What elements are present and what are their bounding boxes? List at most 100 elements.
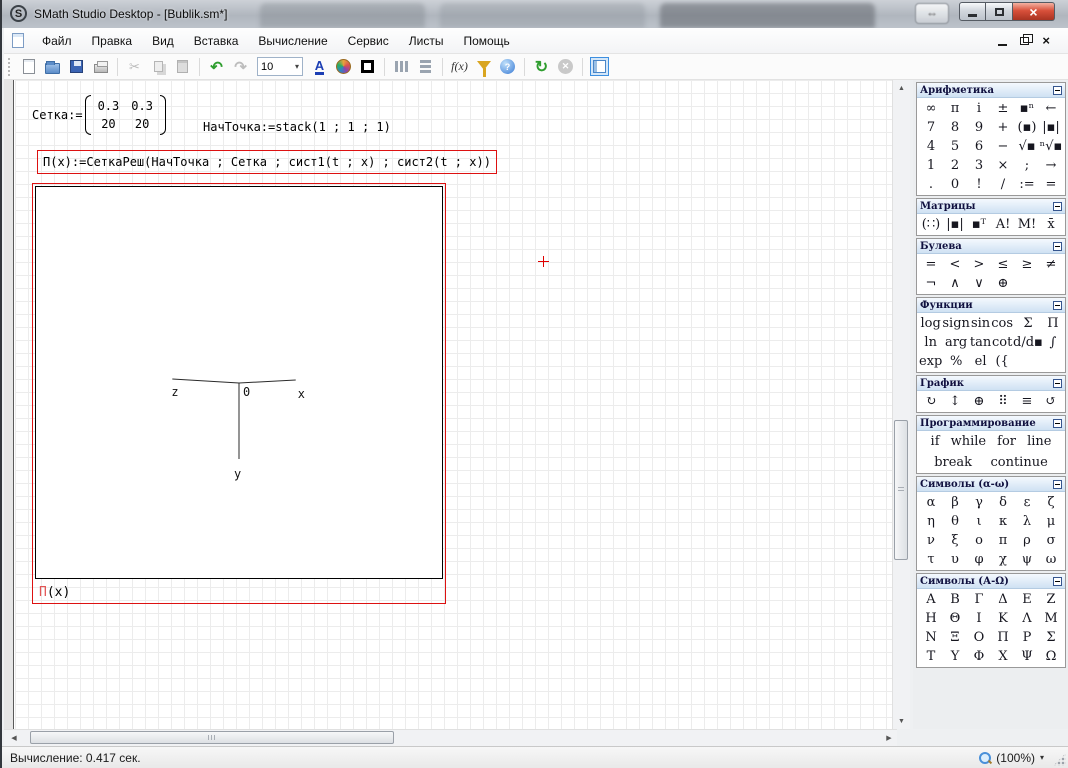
palette-cell[interactable]: ≠ (1039, 255, 1063, 274)
menu-item[interactable]: Файл (32, 30, 82, 52)
vertical-scroll-thumb[interactable] (894, 420, 908, 560)
palette-cell[interactable]: Τ (919, 647, 943, 666)
menu-item[interactable]: Помощь (453, 30, 519, 52)
palette-cell[interactable]: υ (943, 550, 967, 569)
units-filter-button[interactable] (473, 56, 494, 77)
align-horizontal-button[interactable] (391, 56, 412, 77)
close-button[interactable]: × (1013, 2, 1055, 21)
palette-cell[interactable]: Ο (967, 628, 991, 647)
palette-cell[interactable]: tan (970, 333, 991, 352)
collapse-icon[interactable] (1053, 379, 1062, 388)
palette-cell[interactable]: δ (991, 493, 1015, 512)
palette-cell[interactable]: cot (991, 333, 1013, 352)
palette-cell[interactable]: i (967, 99, 991, 118)
palette-cell[interactable]: > (967, 255, 991, 274)
palette-cell[interactable]: ρ (1015, 531, 1039, 550)
palette-cell[interactable]: ε (1015, 493, 1039, 512)
palette-cell[interactable]: Ι (967, 609, 991, 628)
magnifier-icon[interactable] (978, 751, 991, 764)
scroll-up-arrow-icon[interactable]: ▲ (893, 80, 910, 96)
palette-cell[interactable]: λ (1015, 512, 1039, 531)
mdi-restore-icon[interactable] (1020, 37, 1029, 45)
horizontal-scroll-thumb[interactable] (30, 731, 394, 744)
scroll-right-arrow-icon[interactable]: ▶ (881, 730, 897, 746)
save-button[interactable] (66, 56, 87, 77)
palette-cell[interactable]: < (943, 255, 967, 274)
palette-cell[interactable]: Ψ (1015, 647, 1039, 666)
collapse-icon[interactable] (1053, 480, 1062, 489)
palette-cell[interactable]: ν (919, 531, 943, 550)
palette-cell[interactable]: α (919, 493, 943, 512)
palette-cell[interactable]: arg (942, 333, 970, 352)
palette-cell[interactable]: ln (919, 333, 942, 352)
title-bar[interactable]: S SMath Studio Desktop - [Bublik.sm*] ⇔ … (2, 0, 1068, 28)
new-document-button[interactable] (18, 56, 39, 77)
plot-area[interactable]: z 0 x y (35, 186, 443, 579)
palette-cell[interactable]: % (942, 352, 970, 371)
palette-cell[interactable]: κ (991, 512, 1015, 531)
insert-function-button[interactable]: f(x) (449, 56, 470, 77)
formula-grid-definition[interactable]: Сетка:= 0.3 0.3 20 20 (32, 95, 166, 135)
palette-cell[interactable]: ∨ (967, 274, 991, 293)
palette-cell[interactable]: for (997, 432, 1016, 451)
formula-start-point[interactable]: НачТочка:=stack(1 ; 1 ; 1) (203, 120, 391, 134)
palette-header[interactable]: Символы (А-Ω) (917, 574, 1065, 589)
palette-cell[interactable]: ω (1039, 550, 1063, 569)
palette-cell[interactable]: log (919, 314, 942, 333)
palette-cell[interactable]: ≡ (1015, 392, 1039, 411)
palette-cell[interactable]: exp (919, 352, 942, 371)
palette-cell[interactable]: while (951, 432, 987, 451)
font-color-button[interactable]: A (309, 56, 330, 77)
palette-header[interactable]: Матрицы (917, 199, 1065, 214)
palette-cell[interactable]: ▪ᵀ (967, 215, 991, 234)
palette-cell[interactable]: ⁿ√▪ (1039, 137, 1063, 156)
palette-cell[interactable]: Π (1043, 314, 1063, 333)
palette-cell[interactable]: γ (967, 493, 991, 512)
mdi-minimize-icon[interactable] (998, 44, 1007, 46)
document-icon[interactable] (12, 33, 24, 48)
interrupt-button[interactable]: ✕ (555, 56, 576, 77)
palette-cell[interactable]: 3 (967, 156, 991, 175)
menu-item[interactable]: Вставка (184, 30, 249, 52)
open-button[interactable] (42, 56, 63, 77)
palette-cell[interactable]: 9 (967, 118, 991, 137)
palette-cell[interactable]: η (919, 512, 943, 531)
cut-button[interactable]: ✂ (124, 56, 145, 77)
palette-cell[interactable]: |▪| (943, 215, 967, 234)
show-sidebar-button[interactable] (589, 56, 610, 77)
palette-cell[interactable]: 2 (943, 156, 967, 175)
worksheet-grid[interactable]: Сетка:= 0.3 0.3 20 20 НачТочка:=stack(1 … (15, 80, 892, 729)
palette-cell[interactable]: break (934, 453, 972, 472)
collapse-icon[interactable] (1053, 419, 1062, 428)
palette-cell[interactable]: 6 (967, 137, 991, 156)
scroll-down-arrow-icon[interactable]: ▼ (893, 713, 910, 729)
recalculate-button[interactable]: ↻ (531, 56, 552, 77)
menu-item[interactable]: Вычисление (248, 30, 337, 52)
palette-cell[interactable]: ; (1015, 156, 1039, 175)
collapse-icon[interactable] (1053, 301, 1062, 310)
palette-cell[interactable]: Ξ (943, 628, 967, 647)
palette-cell[interactable]: = (1039, 175, 1063, 194)
palette-cell[interactable]: Κ (991, 609, 1015, 628)
border-button[interactable] (357, 56, 378, 77)
palette-cell[interactable]: π (991, 531, 1015, 550)
palette-cell[interactable]: := (1015, 175, 1039, 194)
palette-cell[interactable]: Α (919, 590, 943, 609)
palette-cell[interactable]: A! (991, 215, 1015, 234)
palette-cell[interactable]: ∧ (943, 274, 967, 293)
palette-cell[interactable]: Η (919, 609, 943, 628)
palette-cell[interactable]: ψ (1015, 550, 1039, 569)
palette-header[interactable]: Булева (917, 239, 1065, 254)
palette-cell[interactable]: ∫ (1043, 333, 1063, 352)
palette-cell[interactable]: → (1039, 156, 1063, 175)
palette-cell[interactable]: ↺ (1039, 392, 1063, 411)
palette-cell[interactable]: if (931, 432, 940, 451)
collapse-icon[interactable] (1053, 202, 1062, 211)
palette-cell[interactable]: ∞ (919, 99, 943, 118)
palette-cell[interactable]: (▪) (1015, 118, 1039, 137)
palette-cell[interactable]: ↻ (919, 392, 943, 411)
zoom-dropdown-icon[interactable]: ▾ (1040, 753, 1044, 762)
palette-cell[interactable]: − (991, 137, 1015, 156)
align-vertical-button[interactable] (415, 56, 436, 77)
menu-item[interactable]: Сервис (338, 30, 399, 52)
